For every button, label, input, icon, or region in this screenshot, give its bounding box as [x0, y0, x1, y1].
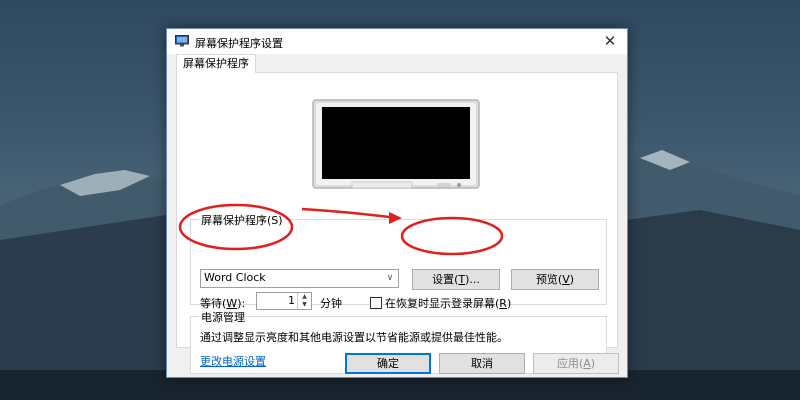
stepper-buttons: ▲ ▼ — [297, 293, 311, 309]
power-description: 通过调整显示亮度和其他电源设置以节省能源或提供最佳性能。 — [200, 331, 508, 344]
monitor-icon — [175, 35, 189, 47]
change-power-settings-link[interactable]: 更改电源设置 — [200, 353, 266, 369]
wait-unit: 分钟 — [320, 297, 342, 310]
close-icon: ✕ — [603, 32, 617, 50]
monitor-preview — [312, 99, 480, 189]
preview-button-accesskey: V — [562, 273, 570, 286]
tab-screensaver[interactable]: 屏幕保护程序 — [176, 54, 256, 73]
title-bar[interactable]: 屏幕保护程序设置 ✕ — [167, 29, 627, 54]
screensaver-select[interactable]: Word Clock ∨ — [200, 269, 399, 288]
resume-logon-label-post: ) — [506, 297, 512, 310]
apply-button-accesskey: A — [583, 357, 591, 370]
window-title: 屏幕保护程序设置 — [195, 37, 283, 50]
resume-logon-checkbox[interactable] — [370, 297, 382, 309]
chevron-down-icon[interactable]: ∨ — [382, 270, 398, 287]
close-button[interactable]: ✕ — [593, 29, 627, 54]
resume-logon-label-pre: 在恢复时显示登录屏幕( — [385, 297, 500, 310]
screensaver-group: 屏幕保护程序(S) — [190, 212, 607, 305]
screensaver-group-label: 屏幕保护程序(S) — [199, 212, 285, 228]
settings-button[interactable]: 设置(T)... — [412, 269, 500, 290]
settings-button-text-pre: 设置( — [432, 273, 459, 286]
apply-button-text-post: ) — [590, 357, 596, 370]
resume-logon-accesskey: R — [499, 297, 507, 310]
ok-button[interactable]: 确定 — [345, 353, 431, 374]
wait-minutes-stepper[interactable]: 1 ▲ ▼ — [256, 292, 312, 310]
resume-logon-label[interactable]: 在恢复时显示登录屏幕(R) — [385, 295, 511, 311]
preview-button-text-pre: 预览( — [535, 273, 563, 286]
screensaver-select-value: Word Clock — [204, 271, 266, 284]
preview-button-text-post: ) — [569, 273, 575, 286]
preview-button[interactable]: 预览(V) — [511, 269, 599, 290]
arrow-down-icon[interactable]: ▼ — [298, 301, 311, 309]
power-group-label: 电源管理 — [199, 309, 247, 325]
screensaver-settings-dialog: 屏幕保护程序设置 ✕ 屏幕保护程序 屏幕保护程序(S) Word Clock ∨… — [166, 28, 628, 378]
tab-panel: 屏幕保护程序(S) Word Clock ∨ 设置(T)... 预览(V) 等待… — [176, 72, 618, 374]
settings-button-text-post: )... — [465, 273, 480, 286]
apply-button-text-pre: 应用( — [556, 357, 584, 370]
wait-minutes-value: 1 — [288, 294, 295, 307]
cancel-button[interactable]: 取消 — [439, 353, 525, 374]
apply-button[interactable]: 应用(A) — [533, 353, 619, 374]
arrow-up-icon[interactable]: ▲ — [298, 293, 311, 301]
